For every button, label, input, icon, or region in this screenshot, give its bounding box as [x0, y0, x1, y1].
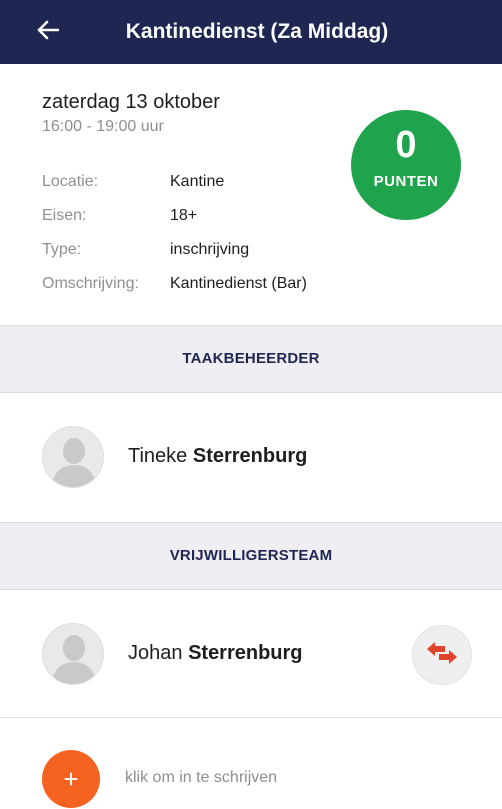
points-badge: 0 PUNTEN — [351, 110, 461, 220]
task-date: zaterdag 13 oktober — [42, 91, 220, 113]
first-name: Tineke — [128, 445, 188, 467]
points-label: PUNTEN — [373, 173, 439, 190]
detail-value: inschrijving — [170, 241, 250, 258]
avatar — [42, 623, 104, 685]
app-header: Kantinedienst (Za Middag) — [0, 0, 502, 64]
volunteer-row[interactable]: Johan Sterrenburg — [0, 590, 502, 720]
detail-label: Locatie: — [42, 173, 99, 190]
detail-label: Eisen: — [42, 207, 87, 224]
task-time: 16:00 - 19:00 uur — [42, 118, 164, 135]
user-placeholder-icon — [43, 427, 103, 487]
task-details: zaterdag 13 oktober 16:00 - 19:00 uur Lo… — [0, 64, 502, 325]
detail-value: 18+ — [170, 207, 198, 224]
plus-icon: + — [63, 764, 79, 794]
swap-button[interactable] — [412, 625, 472, 685]
manager-name: Tineke Sterrenburg — [128, 445, 307, 468]
last-name: Sterrenburg — [188, 642, 303, 664]
detail-row-type: Type: inschrijving — [42, 239, 249, 261]
user-placeholder-icon — [43, 624, 103, 684]
signup-row[interactable]: + klik om in te schrijven — [0, 718, 502, 809]
page-title: Kantinedienst (Za Middag) — [125, 20, 389, 43]
last-name: Sterrenburg — [192, 445, 308, 467]
volunteer-name: Johan Sterrenburg — [128, 642, 303, 665]
signup-label[interactable]: klik om in te schrijven — [125, 769, 277, 787]
section-header-manager: TAAKBEHEERDER — [0, 325, 502, 393]
section-header-team: VRIJWILLIGERSTEAM — [0, 522, 502, 590]
detail-label: Omschrijving: — [42, 275, 139, 292]
points-value: 0 — [395, 124, 417, 166]
detail-row-location: Locatie: Kantine — [42, 171, 224, 193]
add-signup-button[interactable]: + — [42, 750, 100, 808]
swap-icon — [425, 640, 459, 671]
avatar — [42, 426, 104, 488]
detail-label: Type: — [42, 241, 82, 258]
detail-value: Kantinedienst (Bar) — [170, 275, 307, 292]
first-name: Johan — [128, 642, 183, 664]
detail-row-description: Omschrijving: Kantinedienst (Bar) — [42, 273, 307, 295]
detail-row-requirements: Eisen: 18+ — [42, 205, 197, 227]
manager-row[interactable]: Tineke Sterrenburg — [0, 393, 502, 523]
detail-value: Kantine — [170, 173, 225, 190]
